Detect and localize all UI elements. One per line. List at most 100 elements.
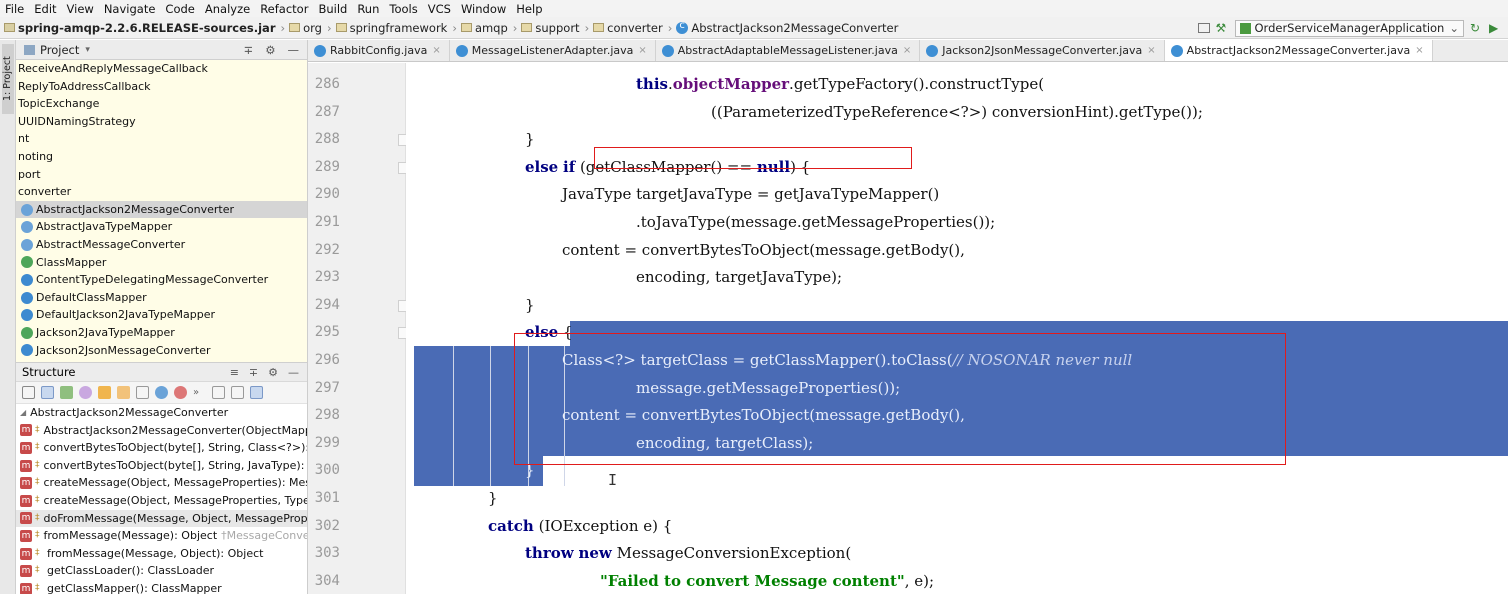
project-tree-item[interactable]: ReceiveAndReplyMessageCallback bbox=[16, 60, 307, 78]
project-tree-item[interactable]: AbstractJackson2MessageConverter bbox=[16, 200, 307, 219]
editor-tab[interactable]: Jackson2JsonMessageConverter.java × bbox=[920, 40, 1165, 61]
project-tree-item[interactable]: port bbox=[16, 166, 307, 184]
editor-gutter: 286 287 288 289 290 291 292 293 294 295 296 297 298 2… bbox=[308, 63, 411, 594]
chevron-down-icon[interactable]: ▾ bbox=[85, 45, 90, 55]
menu-item-vcs[interactable]: VCS bbox=[423, 2, 456, 16]
menu-item-run[interactable]: Run bbox=[352, 2, 384, 16]
gear-icon[interactable]: ⚙ bbox=[268, 366, 278, 379]
layout-icon[interactable] bbox=[1197, 23, 1210, 33]
class-icon bbox=[21, 273, 33, 286]
project-tree-item[interactable]: UUIDNamingStrategy bbox=[16, 113, 307, 131]
menu-item-help[interactable]: Help bbox=[511, 2, 547, 16]
structure-item[interactable]: m ‡ fromMessage(Message, Object): Object bbox=[16, 545, 307, 563]
show-non-public-icon[interactable] bbox=[117, 386, 130, 399]
sort-alpha-icon[interactable] bbox=[41, 386, 54, 399]
visibility-icon: ‡ bbox=[35, 547, 40, 558]
structure-item[interactable]: m ‡ createMessage(Object, MessagePropertie… bbox=[16, 474, 307, 492]
close-icon[interactable]: × bbox=[1147, 45, 1155, 56]
hide-panel-icon[interactable]: — bbox=[288, 366, 299, 379]
menu-item-code[interactable]: Code bbox=[160, 2, 199, 16]
line-number: 296 bbox=[314, 352, 340, 368]
build-hammer-icon[interactable]: ⚒ bbox=[1216, 21, 1229, 35]
project-panel-title[interactable]: Project bbox=[40, 43, 79, 57]
collapse-all-icon[interactable]: ∓ bbox=[249, 366, 258, 379]
project-tree-item[interactable]: DefaultJackson2JavaTypeMapper bbox=[16, 306, 307, 324]
breadcrumb-item[interactable]: springframework › bbox=[332, 21, 457, 35]
visibility-icon: ‡ bbox=[35, 442, 40, 453]
project-tree-label: AbstractJackson2MessageConverter bbox=[36, 202, 235, 216]
show-lambdas-icon[interactable] bbox=[136, 386, 149, 399]
editor-tab[interactable]: RabbitConfig.java × bbox=[308, 40, 450, 61]
structure-item[interactable]: m ‡ createMessage(Object, MessagePropertie… bbox=[16, 492, 307, 510]
close-icon[interactable]: × bbox=[903, 45, 911, 56]
structure-item[interactable]: m ‡ fromMessage(Message): Object †MessageCo… bbox=[16, 527, 307, 545]
show-anonymous-icon[interactable] bbox=[155, 386, 168, 399]
project-tree-item[interactable]: DefaultClassMapper bbox=[16, 289, 307, 307]
rerun-icon[interactable]: ↻ bbox=[1470, 21, 1483, 35]
class-icon bbox=[21, 221, 33, 234]
run-icon[interactable]: ▶ bbox=[1489, 21, 1502, 35]
menu-item-file[interactable]: File bbox=[0, 2, 29, 16]
project-tree-item[interactable]: ContentTypeDelegatingMessageConverter bbox=[16, 271, 307, 289]
editor-tab[interactable]: AbstractJackson2MessageConverter.java × bbox=[1164, 40, 1433, 61]
close-icon[interactable]: × bbox=[1415, 45, 1423, 56]
project-tree-item[interactable]: TopicExchange bbox=[16, 95, 307, 113]
project-tree-item[interactable]: ClassMapper bbox=[16, 254, 307, 272]
visibility-icon: ‡ bbox=[35, 512, 40, 523]
structure-root[interactable]: ◢ AbstractJackson2MessageConverter bbox=[16, 404, 307, 422]
code-editor[interactable]: this.objectMapper.getTypeFactory().const… bbox=[406, 63, 1508, 594]
menu-item-tools[interactable]: Tools bbox=[384, 2, 422, 16]
menu-item-refactor[interactable]: Refactor bbox=[255, 2, 313, 16]
project-tree-item[interactable]: Jackson2JavaTypeMapper bbox=[16, 324, 307, 342]
autoscroll-icon[interactable] bbox=[250, 386, 263, 399]
breadcrumb-item[interactable]: org › bbox=[285, 21, 332, 35]
more-icon[interactable]: » bbox=[193, 386, 206, 399]
project-tool-tab[interactable]: 1: Project bbox=[2, 44, 14, 114]
breadcrumb-item[interactable]: support › bbox=[517, 21, 589, 35]
hide-panel-icon[interactable]: — bbox=[288, 43, 300, 57]
navigation-bar: spring-amqp-2.2.6.RELEASE-sources.jar › or… bbox=[0, 17, 1508, 39]
close-icon[interactable]: × bbox=[432, 45, 440, 56]
collapse-all-icon[interactable]: ∓ bbox=[244, 43, 254, 57]
menu-item-analyze[interactable]: Analyze bbox=[200, 2, 255, 16]
menu-item-build[interactable]: Build bbox=[313, 2, 352, 16]
expand-icon[interactable] bbox=[212, 386, 225, 399]
breadcrumb-item[interactable]: spring-amqp-2.2.6.RELEASE-sources.jar › bbox=[0, 21, 285, 35]
project-tree-item[interactable]: converter bbox=[16, 183, 307, 201]
breadcrumb-item[interactable]: AbstractJackson2MessageConverter bbox=[672, 20, 898, 35]
run-configuration-select[interactable]: OrderServiceManagerApplication ⌄ bbox=[1234, 19, 1464, 37]
structure-item[interactable]: m ‡ AbstractJackson2MessageConverter(Objec… bbox=[16, 422, 307, 440]
structure-item[interactable]: m ‡ getClassMapper(): ClassMapper bbox=[16, 580, 307, 594]
structure-item[interactable]: m ‡ convertBytesToObject(byte[], String, J… bbox=[16, 457, 307, 475]
editor-tab[interactable]: MessageListenerAdapter.java × bbox=[450, 40, 656, 61]
menu-item-navigate[interactable]: Navigate bbox=[99, 2, 161, 16]
collapse-icon[interactable] bbox=[231, 386, 244, 399]
breadcrumb-item[interactable]: amqp › bbox=[457, 21, 517, 35]
menu-item-window[interactable]: Window bbox=[456, 2, 511, 16]
breadcrumb-item[interactable]: converter › bbox=[589, 21, 672, 35]
show-fields-icon[interactable] bbox=[98, 386, 111, 399]
project-tree-item[interactable]: nt bbox=[16, 130, 307, 148]
code-line: .toJavaType(message.getMessageProperties… bbox=[636, 213, 996, 231]
line-number: 300 bbox=[314, 462, 340, 479]
menu-item-view[interactable]: View bbox=[62, 2, 99, 16]
expand-arrow-icon[interactable]: ◢ bbox=[20, 404, 26, 422]
gear-icon[interactable]: ⚙ bbox=[265, 43, 275, 57]
structure-item[interactable]: m ‡ doFromMessage(Message, Object, Message… bbox=[16, 509, 307, 528]
close-icon[interactable]: × bbox=[638, 45, 646, 56]
project-tree-item[interactable]: Jackson2JsonMessageConverter bbox=[16, 342, 307, 360]
expand-all-icon[interactable]: ≡ bbox=[230, 366, 239, 379]
project-tree-item[interactable]: ReplyToAddressCallback bbox=[16, 78, 307, 96]
show-properties-icon[interactable] bbox=[79, 386, 92, 399]
menu-item-edit[interactable]: Edit bbox=[29, 2, 61, 16]
show-static-icon[interactable] bbox=[174, 386, 187, 399]
project-tree-item[interactable]: AbstractMessageConverter bbox=[16, 236, 307, 254]
project-tree-item[interactable]: AbstractJavaTypeMapper bbox=[16, 218, 307, 236]
structure-item[interactable]: m ‡ convertBytesToObject(byte[], String, C… bbox=[16, 439, 307, 457]
project-tree-item[interactable]: noting bbox=[16, 148, 307, 166]
sort-visibility-icon[interactable] bbox=[22, 386, 35, 399]
folder-icon bbox=[289, 23, 301, 32]
structure-item[interactable]: m ‡ getClassLoader(): ClassLoader bbox=[16, 562, 307, 580]
show-inherited-icon[interactable] bbox=[60, 386, 73, 399]
editor-tab[interactable]: AbstractAdaptableMessageListener.java × bbox=[656, 40, 921, 61]
